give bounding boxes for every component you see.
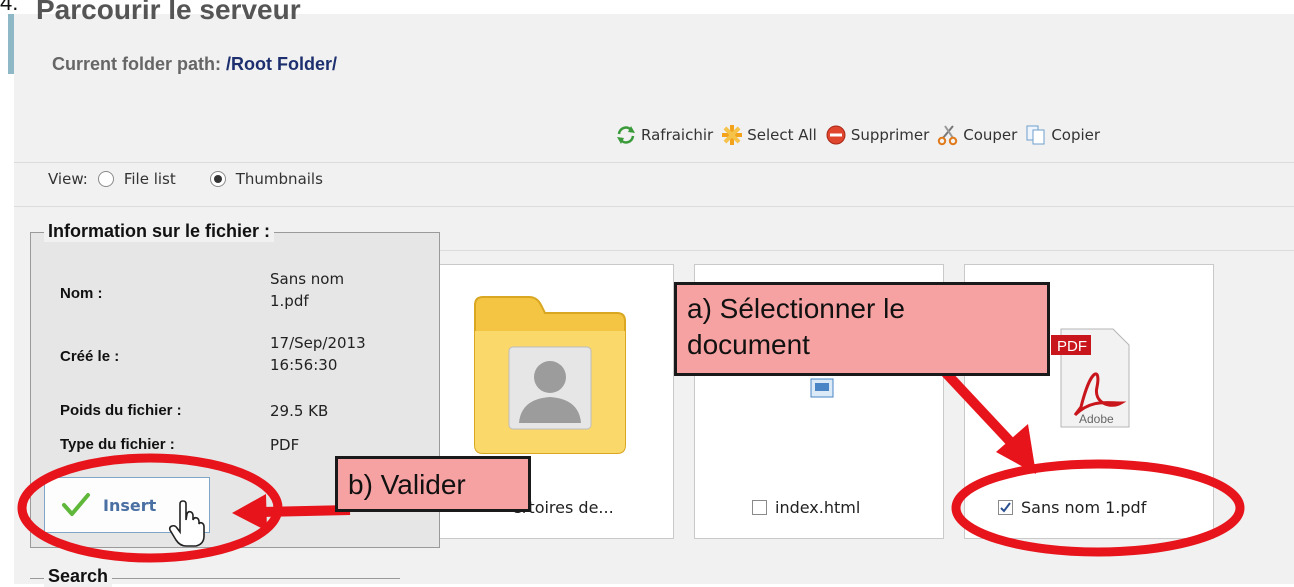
arrow-to-insert-head — [232, 494, 267, 531]
callout-validate: b) Valider — [335, 456, 531, 512]
pdf-highlight-ellipse — [951, 459, 1245, 557]
arrow-to-pdf — [941, 368, 1022, 454]
insert-highlight-ellipse — [17, 453, 283, 563]
callout-select-document: a) Sélectionner le document — [674, 282, 1050, 376]
annotation-overlay — [17, 368, 1245, 563]
callout-a-line1: a) Sélectionner le — [687, 293, 905, 324]
callout-a-line2: document — [687, 329, 810, 360]
